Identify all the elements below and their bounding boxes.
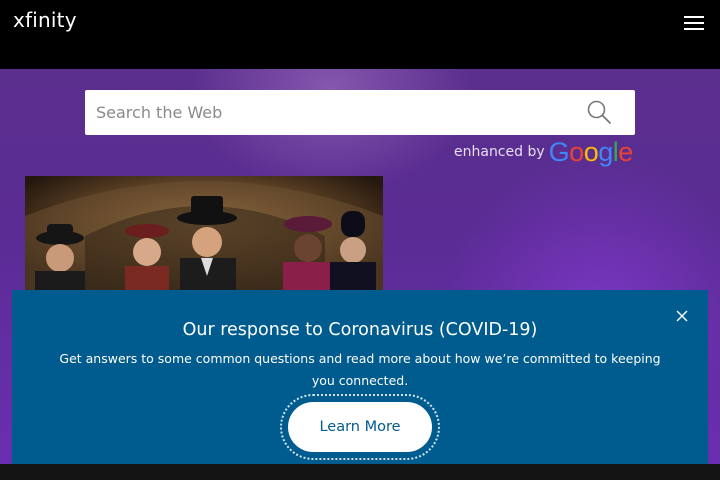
menu-line — [684, 28, 704, 30]
enhanced-by-label: enhanced by — [454, 144, 545, 160]
covid-body-text: Get answers to some common questions and… — [59, 351, 661, 388]
top-bar: xfinity — [0, 0, 720, 69]
search-box — [85, 90, 635, 135]
search-icon[interactable] — [586, 99, 612, 125]
period-drama-cast-photo — [25, 176, 383, 296]
enhanced-by-google: enhanced by Google — [454, 137, 633, 167]
menu-line — [684, 16, 704, 18]
learn-more-button[interactable]: Learn More — [288, 402, 432, 452]
menu-line — [684, 22, 704, 24]
xfinity-logo[interactable]: xfinity — [13, 8, 77, 32]
covid-title: Our response to Coronavirus (COVID-19) — [182, 320, 538, 340]
google-logo: Google — [548, 136, 634, 167]
hamburger-menu-icon[interactable] — [684, 14, 706, 32]
promo-image[interactable] — [25, 176, 383, 296]
covid-banner: Our response to Coronavirus (COVID-19) G… — [12, 290, 708, 467]
bottom-strip — [0, 464, 720, 480]
search-input[interactable] — [85, 90, 585, 135]
